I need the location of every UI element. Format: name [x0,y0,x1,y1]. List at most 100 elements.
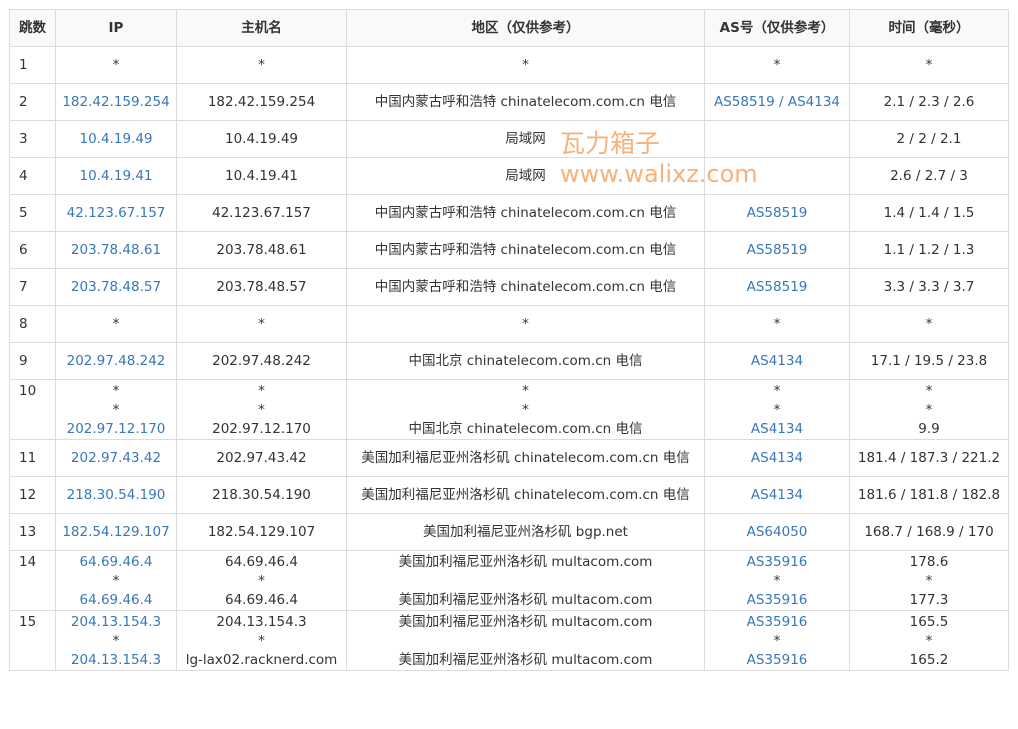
cell-time-line: 178.6 [909,554,949,570]
cell-region-line: 局域网 [505,130,546,147]
cell-hostname: 202.97.43.42 [176,439,347,477]
ip-link[interactable]: 203.78.48.57 [60,278,172,297]
cell-ip: * [55,305,177,343]
ip-link[interactable]: 204.13.154.3 [60,651,172,670]
cell-ip: * [55,46,177,84]
ip-link[interactable]: 182.42.159.254 [60,93,172,112]
cell-region-line: 局域网 [505,167,546,184]
cell-region: 中国内蒙古呼和浩特 chinatelecom.com.cn 电信 [346,231,705,269]
ip-link[interactable]: 10.4.19.41 [60,167,172,186]
as-link[interactable]: AS35916 [709,591,845,610]
cell-time-line: 181.6 / 181.8 / 182.8 [857,486,1001,503]
cell-hostname-line: * [258,573,265,589]
ip-link[interactable]: 204.13.154.3 [60,613,172,632]
cell-region: 中国北京 chinatelecom.com.cn 电信 [346,342,705,380]
cell-region: * [346,305,705,343]
cell-time-line: 1.4 / 1.4 / 1.5 [883,204,975,221]
cell-hostname-line: 202.97.12.170 [212,421,311,437]
cell-hostname: 218.30.54.190 [176,476,347,514]
cell-ip: 203.78.48.61 [55,231,177,269]
cell-hostname: 182.54.129.107 [176,513,347,551]
header-hostname: 主机名 [176,9,347,47]
ip-link[interactable]: 218.30.54.190 [60,486,172,505]
cell-ip-line: * [112,633,120,649]
cell-time-line: 177.3 [909,592,949,608]
as-link[interactable]: AS35916 [709,613,845,632]
cell-region-line: 中国北京 chinatelecom.com.cn 电信 [408,352,643,369]
hop-number: 10 [19,383,37,399]
as-link[interactable]: AS58519 [709,278,845,297]
cell-region-line: 中国内蒙古呼和浩特 chinatelecom.com.cn 电信 [374,93,677,110]
cell-hostname-line: 203.78.48.61 [216,241,307,258]
cell-as-number: AS58519 [704,194,850,232]
ip-link[interactable]: 64.69.46.4 [60,591,172,610]
cell-hostname: 202.97.48.242 [176,342,347,380]
cell-hop: 5 [9,194,56,232]
cell-time: 2.1 / 2.3 / 2.6 [849,83,1009,121]
cell-time-line: * [925,383,933,399]
cell-region-line: 美国加利福尼亚州洛杉矶 bgp.net [423,523,628,540]
ip-link[interactable]: 10.4.19.49 [60,130,172,149]
cell-time: * * 9.9 [849,379,1009,440]
header-time: 时间（毫秒） [849,9,1009,47]
ip-link[interactable]: 202.97.48.242 [60,352,172,371]
table-row: 12 218.30.54.190 218.30.54.190 美国加利福尼亚州洛杉矶 … [9,476,1009,514]
cell-as-number: * [704,46,850,84]
table-row: 7 203.78.48.57 203.78.48.57 中国内蒙古呼和浩特 china… [9,268,1009,306]
cell-hostname: * [176,46,347,84]
ip-link[interactable]: 203.78.48.61 [60,241,172,260]
cell-hop: 15 [9,610,56,671]
cell-region-line: 中国北京 chinatelecom.com.cn 电信 [408,421,643,437]
table-row: 4 10.4.19.41 10.4.19.41 局域网 2.6 / 2.7 / 3 [9,157,1009,195]
cell-as-number-line: * [773,56,781,73]
cell-hostname: * * 202.97.12.170 [176,379,347,440]
as-link[interactable]: AS58519 [709,204,845,223]
cell-region-line: * [522,56,529,73]
cell-as-number: * * AS4134 [704,379,850,440]
cell-ip: 204.13.154.3 * 204.13.154.3 [55,610,177,671]
cell-ip: 10.4.19.49 [55,120,177,158]
table-row: 9 202.97.48.242 202.97.48.242 中国北京 chinatel… [9,342,1009,380]
cell-time-line: 181.4 / 187.3 / 221.2 [857,449,1001,466]
as-link[interactable]: AS64050 [709,523,845,542]
cell-time-line: 165.2 [909,652,949,668]
cell-hop: 6 [9,231,56,269]
as-link[interactable]: AS4134 [709,449,845,468]
cell-ip: 182.54.129.107 [55,513,177,551]
cell-region: 美国加利福尼亚州洛杉矶 bgp.net [346,513,705,551]
cell-hostname-line: 202.97.48.242 [212,352,311,369]
cell-as-number: * [704,305,850,343]
ip-link[interactable]: 202.97.43.42 [60,449,172,468]
cell-region: * [346,46,705,84]
ip-link[interactable]: 42.123.67.157 [60,204,172,223]
cell-time-line: 2.6 / 2.7 / 3 [890,167,968,184]
cell-region: 美国加利福尼亚州洛杉矶 multacom.com 美国加利福尼亚州洛杉矶 mult… [346,610,705,671]
cell-as-number: AS35916 * AS35916 [704,550,850,611]
as-link[interactable]: AS4134 [709,486,845,505]
ip-link[interactable]: 64.69.46.4 [60,553,172,572]
ip-link[interactable]: 182.54.129.107 [60,523,172,542]
cell-time-line: * [925,573,933,589]
ip-link[interactable]: 202.97.12.170 [60,420,172,439]
cell-ip-line: * [112,315,120,332]
cell-hostname-line: 10.4.19.49 [225,130,298,147]
cell-hostname: 64.69.46.4 * 64.69.46.4 [176,550,347,611]
as-link[interactable]: AS58519 / AS4134 [709,93,845,112]
cell-region-line: 美国加利福尼亚州洛杉矶 multacom.com [398,592,653,608]
cell-hostname-line: 64.69.46.4 [225,592,298,608]
as-link[interactable]: AS4134 [709,352,845,371]
cell-as-number-line: * [773,573,781,589]
as-link[interactable]: AS4134 [709,420,845,439]
cell-hop: 3 [9,120,56,158]
hop-number: 15 [19,614,37,630]
as-link[interactable]: AS35916 [709,553,845,572]
cell-as-number: AS4134 [704,342,850,380]
cell-hostname-line: 64.69.46.4 [225,554,298,570]
cell-ip-line: * [112,56,120,73]
as-link[interactable]: AS35916 [709,651,845,670]
cell-ip: 218.30.54.190 [55,476,177,514]
as-link[interactable]: AS58519 [709,241,845,260]
cell-hostname-line: 202.97.43.42 [216,449,307,466]
cell-ip: 42.123.67.157 [55,194,177,232]
cell-time-line: * [925,402,933,418]
